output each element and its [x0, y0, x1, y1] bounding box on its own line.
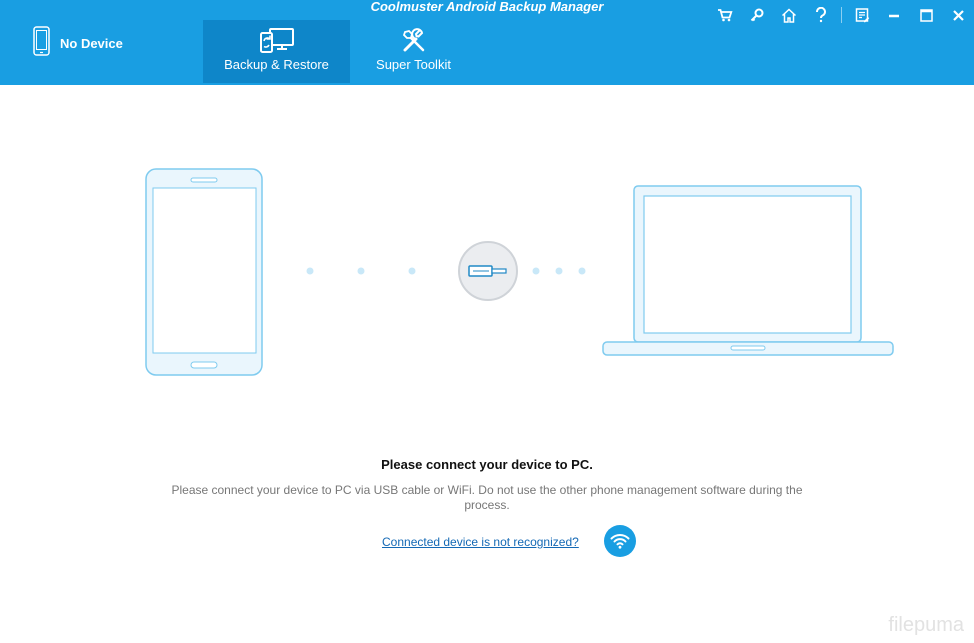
close-button[interactable]: [942, 4, 974, 26]
device-not-recognized-link[interactable]: Connected device is not recognized?: [382, 535, 579, 549]
usb-connector-icon: [458, 241, 518, 301]
tab-backup-restore[interactable]: Backup & Restore: [203, 20, 350, 83]
device-status-label: No Device: [60, 35, 123, 51]
wifi-icon: [610, 534, 630, 549]
device-status[interactable]: No Device: [33, 25, 123, 61]
home-button[interactable]: [773, 4, 805, 26]
connection-dots-right: [532, 267, 586, 275]
minimize-icon: [889, 14, 899, 18]
maximize-icon: [919, 8, 933, 22]
header-bar: Coolmuster Android Backup Manager No Dev…: [0, 0, 974, 85]
cart-button[interactable]: [709, 4, 741, 26]
connection-dots-left: [306, 267, 416, 275]
controls-divider: [841, 7, 842, 23]
connect-prompt-title: Please connect your device to PC.: [381, 457, 593, 472]
window-controls: [709, 4, 974, 26]
register-button[interactable]: [741, 4, 773, 26]
laptop-illustration: [602, 185, 894, 356]
tab-super-toolkit[interactable]: Super Toolkit: [340, 20, 487, 83]
phone-illustration: [145, 168, 263, 376]
tab-super-toolkit-label: Super Toolkit: [376, 57, 451, 72]
close-icon: [952, 9, 964, 21]
cart-icon: [718, 9, 733, 22]
maximize-button[interactable]: [910, 4, 942, 26]
key-icon: [750, 8, 764, 22]
tools-icon: [402, 28, 424, 52]
connect-prompt-description: Please connect your device to PC via USB…: [171, 483, 803, 512]
feedback-button[interactable]: [846, 4, 878, 26]
minimize-button[interactable]: [878, 4, 910, 26]
home-icon: [781, 7, 797, 23]
phone-icon: [33, 25, 50, 61]
connection-illustration: [145, 168, 894, 376]
watermark: filepuma: [888, 614, 964, 636]
help-icon: [816, 7, 826, 23]
wifi-connect-button[interactable]: [604, 525, 636, 557]
backup-restore-icon: [259, 28, 294, 53]
help-button[interactable]: [805, 4, 837, 26]
feedback-icon: [855, 7, 869, 22]
tab-backup-restore-label: Backup & Restore: [224, 57, 329, 72]
